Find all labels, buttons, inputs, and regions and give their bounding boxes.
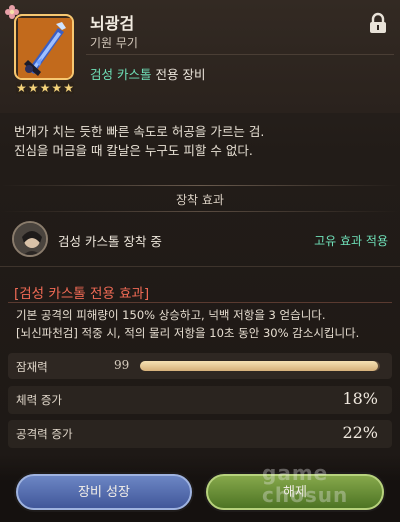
star-icon: ★	[51, 81, 63, 95]
exclusive-equipment-label: 검성 카스톨 전용 장비	[90, 64, 205, 83]
equip-effect-title: 장착 효과	[176, 193, 224, 207]
star-icon: ★	[16, 81, 27, 95]
potential-label: 잠재력	[16, 360, 48, 374]
stat-value: 18%	[342, 389, 378, 408]
exclusive-suffix: 전용 장비	[155, 67, 206, 82]
star-rating: ★ ★ ★ ★ ★	[16, 82, 74, 95]
item-name: 뇌광검	[90, 14, 135, 33]
stat-row-attack: 공격력 증가 22%	[8, 420, 392, 448]
hero-portrait-icon	[14, 223, 46, 255]
watermark-line: game	[262, 461, 329, 485]
equipment-detail-panel: ★ ★ ★ ★ ★ 뇌광검 기원 무기 검성 카스톨 전용 장비 번개가 치는 듯…	[0, 0, 400, 522]
potential-bar	[140, 361, 380, 371]
lock-icon[interactable]	[368, 12, 388, 34]
stat-row-hp: 체력 증가 18%	[8, 386, 392, 414]
bonus-divider	[8, 302, 392, 303]
section-divider	[0, 185, 400, 186]
exclusive-bonus-description: 기본 공격의 피해량이 150% 상승하고, 넉백 저항을 3 얻습니다. [뇌…	[16, 306, 392, 342]
equipped-hero-label: 검성 카스톨 장착 중	[58, 234, 162, 249]
exclusive-bonus-title: [검성 카스톨 전용 효과]	[14, 286, 150, 302]
stat-label: 공격력 증가	[16, 427, 73, 441]
potential-bar-fill	[140, 361, 378, 371]
stat-label: 체력 증가	[16, 393, 62, 407]
equipped-hero-row: 검성 카스톨 장착 중 고유 효과 적용	[8, 216, 392, 262]
watermark: game chosun	[262, 462, 348, 506]
description-line: 번개가 치는 듯한 빠른 속도로 허공을 가르는 검.	[14, 124, 265, 139]
section-divider	[0, 211, 400, 212]
star-icon: ★	[63, 81, 74, 95]
star-icon: ★	[27, 81, 39, 95]
description-line: 진심을 머금을 때 칼날은 누구도 피할 수 없다.	[14, 143, 253, 158]
section-divider	[0, 266, 400, 267]
item-description: 번개가 치는 듯한 빠른 속도로 허공을 가르는 검. 진심을 머금을 때 칼날…	[14, 122, 394, 160]
hero-avatar	[12, 221, 48, 257]
exclusive-hero-name: 검성 카스톨	[90, 67, 152, 82]
bonus-line: 기본 공격의 피해량이 150% 상승하고, 넉백 저항을 3 얻습니다.	[16, 308, 326, 322]
stat-value: 22%	[342, 423, 378, 442]
potential-value: 99	[114, 358, 130, 372]
sword-icon	[18, 18, 72, 78]
bonus-line: [뇌신파천검] 적중 시, 적의 물리 저항을 10초 동안 30% 감소시킵니…	[16, 326, 360, 340]
header-divider	[86, 54, 394, 55]
potential-row: 잠재력 99	[8, 353, 392, 379]
star-icon: ★	[39, 81, 51, 95]
item-type: 기원 무기	[90, 36, 138, 50]
watermark-line: chosun	[262, 483, 349, 507]
item-header: ★ ★ ★ ★ ★ 뇌광검 기원 무기 검성 카스톨 전용 장비	[0, 0, 400, 113]
item-icon-frame[interactable]	[14, 14, 74, 80]
unique-effect-status: 고유 효과 적용	[314, 234, 388, 248]
equipment-growth-button[interactable]: 장비 성장	[16, 474, 192, 510]
